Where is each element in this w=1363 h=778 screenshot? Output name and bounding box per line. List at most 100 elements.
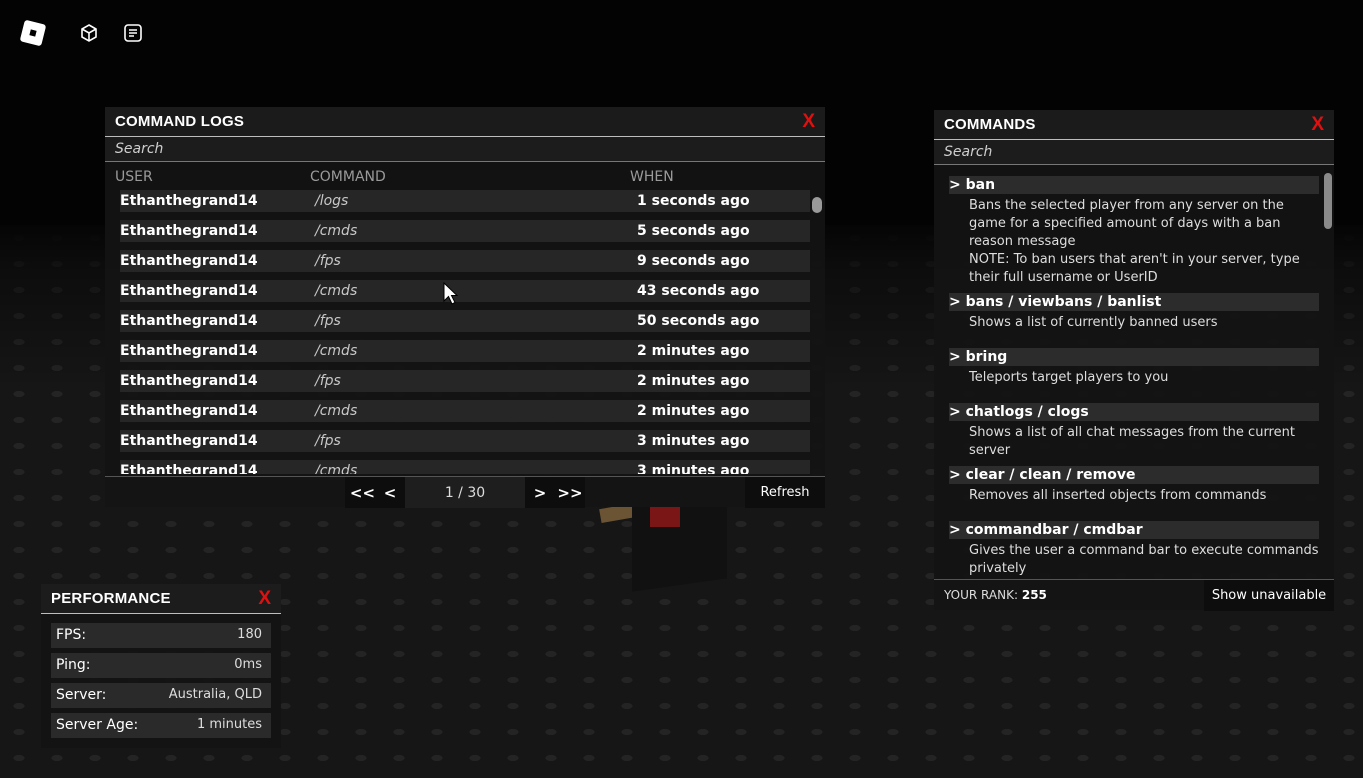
rank-label: YOUR RANK: (944, 588, 1019, 602)
log-when: 43 seconds ago (637, 283, 760, 299)
log-row: Ethanthegrand14 /logs 1 seconds ago (120, 190, 810, 212)
roblox-logo-icon[interactable] (16, 16, 50, 50)
perf-row-fps: FPS: 180 (51, 623, 271, 648)
mouse-cursor-icon (443, 282, 459, 305)
log-row: Ethanthegrand14 /cmds 2 minutes ago (120, 400, 810, 422)
last-page-button[interactable]: >> (555, 477, 585, 508)
log-user: Ethanthegrand14 (120, 343, 258, 359)
log-row: Ethanthegrand14 /cmds 2 minutes ago (120, 340, 810, 362)
command-name: > clear / clean / remove (949, 466, 1319, 484)
log-command: /fps (315, 313, 341, 329)
log-user: Ethanthegrand14 (120, 253, 258, 269)
log-when: 3 minutes ago (637, 433, 750, 449)
commands-search-input[interactable] (934, 140, 1334, 165)
command-logs-scrollbar[interactable] (812, 197, 822, 213)
perf-label: Server Age: (56, 717, 139, 733)
command-logs-title: COMMAND LOGS (115, 113, 245, 130)
log-when: 1 seconds ago (637, 193, 750, 209)
performance-header: PERFORMANCE X (41, 584, 281, 614)
rank-display: YOUR RANK: 255 (944, 588, 1047, 602)
next-page-button[interactable]: > (525, 477, 555, 508)
log-user: Ethanthegrand14 (120, 223, 258, 239)
log-command: /fps (315, 373, 341, 389)
command-description-line: NOTE: To ban users that aren't in your s… (969, 252, 1300, 285)
commands-title: COMMANDS (944, 116, 1036, 133)
command-description: Removes all inserted objects from comman… (949, 484, 1319, 505)
command-description-line: Shows a list of all chat messages from t… (969, 425, 1295, 458)
commands-scrollbar[interactable] (1324, 173, 1332, 229)
perf-value: 0ms (234, 657, 262, 672)
log-when: 2 minutes ago (637, 403, 750, 419)
command-item: > bring Teleports target players to you (949, 348, 1319, 387)
command-description: Teleports target players to you (949, 366, 1319, 387)
close-icon[interactable]: X (1311, 115, 1324, 134)
perf-value: Australia, QLD (168, 687, 262, 702)
page-indicator: 1 / 30 (405, 477, 525, 508)
command-description: Gives the user a command bar to execute … (949, 539, 1319, 578)
perf-value: 180 (237, 627, 262, 642)
log-command: /fps (315, 433, 341, 449)
perf-row-server-age: Server Age: 1 minutes (51, 713, 271, 738)
commands-footer: YOUR RANK: 255 Show unavailable (934, 579, 1334, 611)
command-logs-header: COMMAND LOGS X (105, 107, 825, 137)
command-description-line: Gives the user a command bar to execute … (969, 543, 1319, 576)
log-user: Ethanthegrand14 (120, 463, 258, 474)
command-item: > commandbar / cmdbar Gives the user a c… (949, 521, 1319, 578)
command-item: > ban Bans the selected player from any … (949, 176, 1319, 287)
command-description: Shows a list of currently banned users (949, 311, 1319, 332)
close-icon[interactable]: X (802, 112, 815, 131)
log-command: /cmds (315, 343, 358, 359)
command-logs-footer: << < 1 / 30 > >> Refresh (105, 476, 825, 508)
log-command: /cmds (315, 463, 358, 474)
show-unavailable-button[interactable]: Show unavailable (1204, 580, 1334, 611)
log-when: 2 minutes ago (637, 343, 750, 359)
command-description-line: Removes all inserted objects from comman… (969, 488, 1267, 503)
log-user: Ethanthegrand14 (120, 433, 258, 449)
commands-panel: COMMANDS X > ban Bans the selected playe… (934, 110, 1334, 611)
command-description-line: Shows a list of currently banned users (969, 315, 1218, 330)
close-icon[interactable]: X (258, 589, 271, 608)
performance-panel: PERFORMANCE X FPS: 180 Ping: 0ms Server:… (41, 584, 281, 748)
command-name: > bring (949, 348, 1319, 366)
command-logs-column-headers: USER COMMAND WHEN (105, 162, 825, 190)
perf-row-server: Server: Australia, QLD (51, 683, 271, 708)
log-user: Ethanthegrand14 (120, 193, 258, 209)
command-logs-panel: COMMAND LOGS X USER COMMAND WHEN Ethanth… (105, 107, 825, 508)
command-item: > chatlogs / clogs Shows a list of all c… (949, 403, 1319, 460)
perf-label: Ping: (56, 657, 91, 673)
log-row: Ethanthegrand14 /fps 9 seconds ago (120, 250, 810, 272)
column-header-when: WHEN (630, 169, 674, 185)
log-row: Ethanthegrand14 /fps 3 minutes ago (120, 430, 810, 452)
log-command: /cmds (315, 223, 358, 239)
command-logs-list[interactable]: Ethanthegrand14 /logs 1 seconds ago Etha… (105, 190, 825, 474)
log-user: Ethanthegrand14 (120, 373, 258, 389)
avatar-part (650, 505, 680, 527)
perf-value: 1 minutes (196, 717, 262, 732)
log-user: Ethanthegrand14 (120, 283, 258, 299)
log-user: Ethanthegrand14 (120, 403, 258, 419)
command-name: > commandbar / cmdbar (949, 521, 1319, 539)
command-name: > ban (949, 176, 1319, 194)
log-row: Ethanthegrand14 /cmds 3 minutes ago (120, 460, 810, 474)
log-command: /cmds (315, 403, 358, 419)
perf-label: FPS: (56, 627, 87, 643)
commands-list[interactable]: > ban Bans the selected player from any … (934, 165, 1334, 579)
column-header-user: USER (115, 169, 153, 185)
log-command: /cmds (315, 283, 358, 299)
rank-value: 255 (1021, 588, 1047, 602)
log-user: Ethanthegrand14 (120, 313, 258, 329)
chat-icon[interactable] (116, 16, 150, 50)
avatar-menu-icon[interactable] (72, 16, 106, 50)
perf-label: Server: (56, 687, 107, 703)
log-when: 3 minutes ago (637, 463, 750, 474)
command-logs-search-input[interactable] (105, 137, 825, 162)
command-item: > bans / viewbans / banlist Shows a list… (949, 293, 1319, 332)
perf-row-ping: Ping: 0ms (51, 653, 271, 678)
log-command: /logs (315, 193, 349, 209)
log-when: 2 minutes ago (637, 373, 750, 389)
refresh-button[interactable]: Refresh (745, 477, 825, 508)
prev-page-button[interactable]: < (375, 477, 405, 508)
log-row: Ethanthegrand14 /fps 2 minutes ago (120, 370, 810, 392)
log-row: Ethanthegrand14 /cmds 5 seconds ago (120, 220, 810, 242)
log-when: 9 seconds ago (637, 253, 750, 269)
